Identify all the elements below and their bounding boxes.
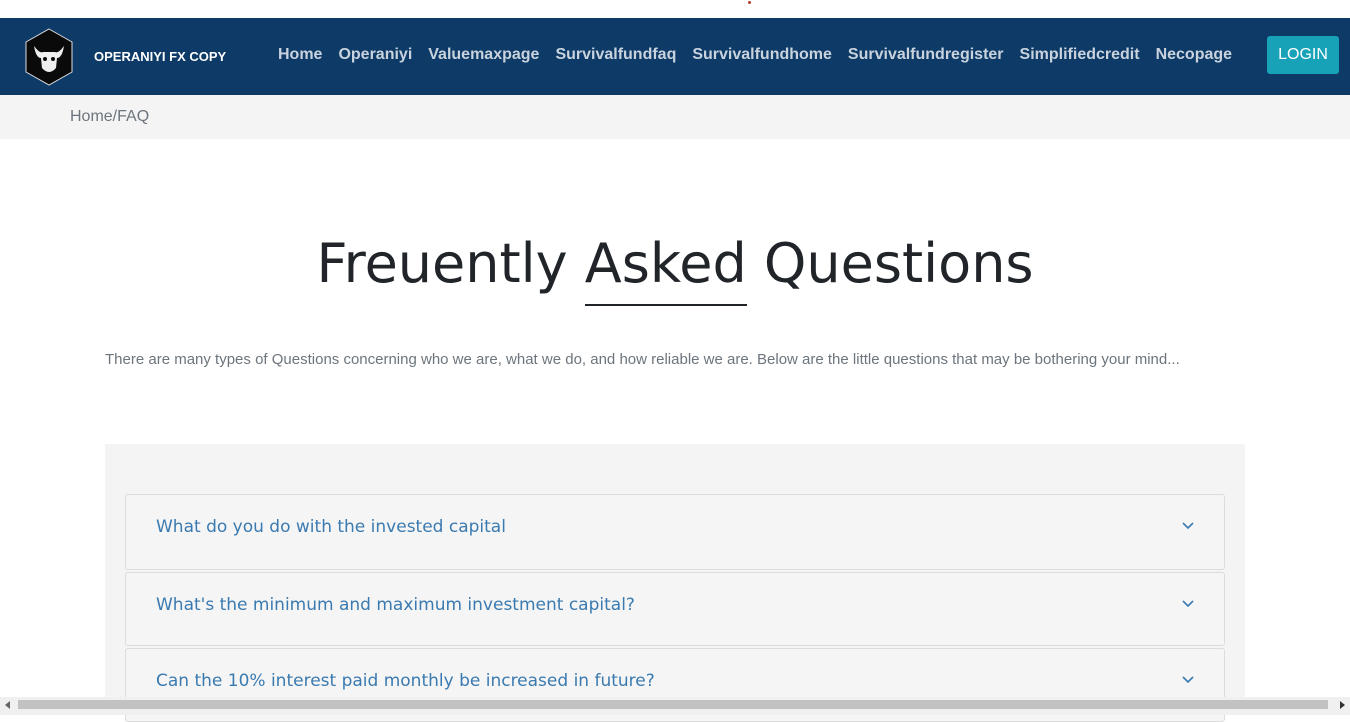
brand-name[interactable]: OPERANIYI FX COPY (94, 49, 226, 64)
nav-link-operaniyi[interactable]: Operaniyi (338, 46, 412, 64)
breadcrumb[interactable]: Home/FAQ (70, 108, 149, 126)
faq-question[interactable]: What's the minimum and maximum investmen… (156, 595, 635, 615)
title-word-3: Questions (763, 232, 1034, 295)
nav-links: Home Operaniyi Valuemaxpage Survivalfund… (278, 46, 1232, 64)
red-dot (748, 1, 751, 4)
intro-text: There are many types of Questions concer… (105, 351, 1180, 368)
chevron-down-icon[interactable] (1182, 676, 1194, 684)
title-word-2: Asked (584, 230, 747, 306)
scroll-left-arrow-icon[interactable] (0, 697, 16, 713)
breadcrumb-bar: Home/FAQ (0, 95, 1350, 139)
page-title: Freuently Asked Questions (0, 230, 1350, 306)
navbar: OPERANIYI FX COPY Home Operaniyi Valuema… (0, 18, 1350, 95)
faq-question[interactable]: Can the 10% interest paid monthly be inc… (156, 671, 655, 691)
faq-question[interactable]: What do you do with the invested capital (156, 517, 506, 537)
top-strip (0, 0, 1350, 18)
scrollbar-thumb[interactable] (18, 700, 1328, 709)
faq-item[interactable]: What's the minimum and maximum investmen… (125, 572, 1225, 646)
title-word-1: Freuently (316, 232, 568, 295)
horizontal-scrollbar[interactable] (0, 697, 1350, 715)
faq-item[interactable]: What do you do with the invested capital (125, 494, 1225, 570)
nav-link-survivalfundfaq[interactable]: Survivalfundfaq (555, 46, 676, 64)
nav-link-survivalfundhome[interactable]: Survivalfundhome (692, 46, 832, 64)
nav-link-survivalfundregister[interactable]: Survivalfundregister (848, 46, 1004, 64)
nav-link-necopage[interactable]: Necopage (1156, 46, 1232, 64)
scroll-right-arrow-icon[interactable] (1334, 697, 1350, 713)
chevron-down-icon[interactable] (1182, 522, 1194, 530)
faq-panel: What do you do with the invested capital… (105, 444, 1245, 722)
nav-link-valuemaxpage[interactable]: Valuemaxpage (428, 46, 539, 64)
bull-skull-icon[interactable] (24, 28, 74, 86)
nav-link-simplifiedcredit[interactable]: Simplifiedcredit (1020, 46, 1140, 64)
nav-link-home[interactable]: Home (278, 46, 322, 64)
chevron-down-icon[interactable] (1182, 600, 1194, 608)
login-button[interactable]: LOGIN (1267, 36, 1339, 74)
